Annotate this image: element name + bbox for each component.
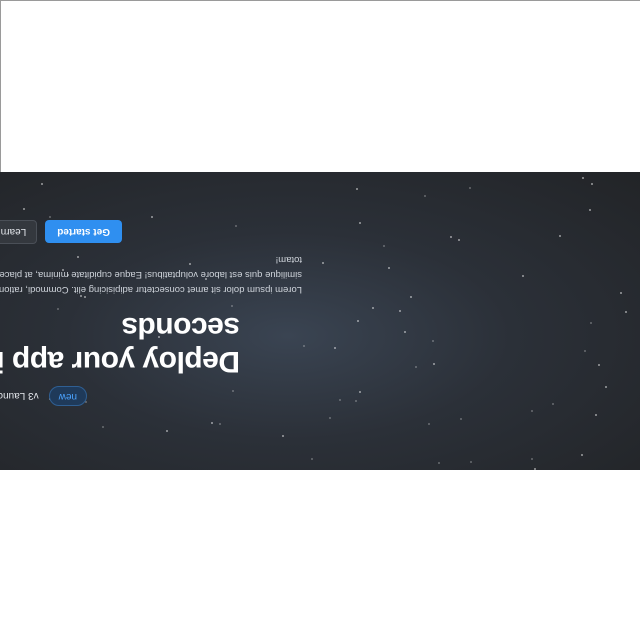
star-dot <box>356 188 358 190</box>
frame-border-top <box>0 0 640 1</box>
hero-section: new v3 Launch › Deploy your app in secon… <box>0 172 640 470</box>
star-dot <box>404 331 406 333</box>
star-dot <box>522 275 524 277</box>
star-dot <box>231 305 233 307</box>
star-dot <box>322 262 324 264</box>
hero-content-rotated: new v3 Launch › Deploy your app in secon… <box>0 172 640 470</box>
star-dot <box>605 386 607 388</box>
star-dot <box>470 461 472 463</box>
star-dot <box>433 363 435 365</box>
star-dot <box>23 208 25 210</box>
star-dot <box>531 410 533 412</box>
star-dot <box>424 195 426 197</box>
star-dot <box>595 414 597 416</box>
star-dot <box>339 399 341 401</box>
star-dot <box>359 391 361 393</box>
star-dot <box>559 235 561 237</box>
learn-more-label: Learn more <box>0 226 27 238</box>
star-dot <box>410 296 412 298</box>
star-dot <box>282 435 284 437</box>
star-dot <box>311 458 313 460</box>
star-dot <box>383 245 385 247</box>
star-dot <box>211 422 213 424</box>
star-dot <box>355 400 357 402</box>
star-dot <box>589 209 591 211</box>
page: new v3 Launch › Deploy your app in secon… <box>0 0 640 640</box>
star-dot <box>415 366 417 368</box>
star-dot <box>151 216 153 218</box>
star-dot <box>458 239 460 241</box>
star-dot <box>235 225 237 227</box>
star-dot <box>303 345 305 347</box>
star-dot <box>531 458 533 460</box>
star-dot <box>534 468 536 470</box>
star-dot <box>232 390 234 392</box>
get-started-button[interactable]: Get started <box>45 220 122 244</box>
star-dot <box>388 267 390 269</box>
star-dot <box>219 423 221 425</box>
star-dot <box>598 364 600 366</box>
announcement-bar: new v3 Launch › <box>0 386 87 406</box>
star-dot <box>581 454 583 456</box>
star-dot <box>450 236 452 238</box>
star-dot <box>359 222 361 224</box>
star-dot <box>102 426 104 428</box>
star-dot <box>166 430 168 432</box>
announcement-link[interactable]: v3 Launch › <box>0 390 39 402</box>
frame-border-left <box>0 0 1 172</box>
new-badge: new <box>48 386 87 406</box>
star-dot <box>590 322 592 324</box>
announcement-link-label: v3 Launch <box>0 390 39 402</box>
star-dot <box>460 418 462 420</box>
star-dot <box>357 320 359 322</box>
hero-description: Lorem ipsum dolor sit amet consectetur a… <box>0 254 302 295</box>
star-dot <box>620 292 622 294</box>
star-dot <box>49 216 51 218</box>
star-dot <box>591 183 593 185</box>
learn-more-button[interactable]: Learn more › <box>0 220 38 244</box>
star-dot <box>399 310 401 312</box>
star-dot <box>552 403 554 405</box>
star-dot <box>334 347 336 349</box>
hero-headline: Deploy your app in seconds <box>0 311 240 378</box>
star-dot <box>584 350 586 352</box>
cta-row: Get started Learn more › <box>0 220 122 244</box>
star-dot <box>469 187 471 189</box>
star-dot <box>41 183 43 185</box>
star-dot <box>582 177 584 179</box>
star-dot <box>372 307 374 309</box>
star-dot <box>438 462 440 464</box>
star-dot <box>625 311 627 313</box>
star-dot <box>432 340 434 342</box>
star-dot <box>428 423 430 425</box>
star-dot <box>329 417 331 419</box>
